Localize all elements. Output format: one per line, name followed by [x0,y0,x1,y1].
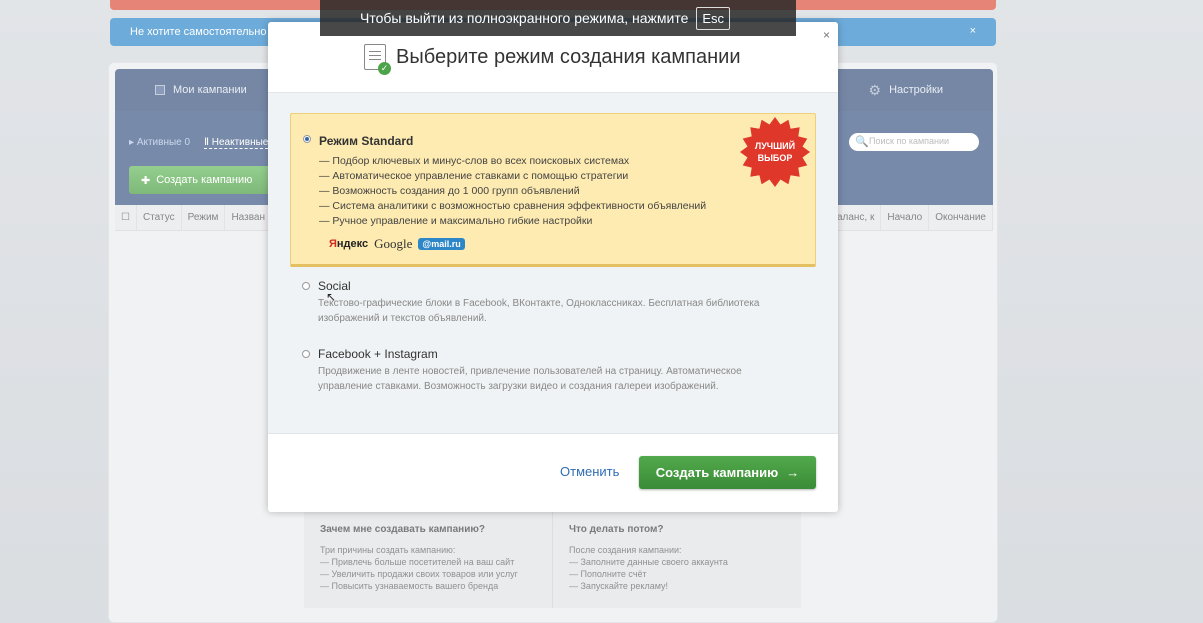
yandex-logo: Яндекс [329,238,369,250]
close-icon[interactable]: × [823,28,830,42]
feature-item: — Система аналитики с возможностью сравн… [319,200,707,212]
mouse-cursor-icon: ↖ [326,290,337,304]
mailru-logo: @mail.ru [418,238,465,250]
option-standard-title: Режим Standard [319,134,414,148]
option-facebook-instagram-description: Продвижение в ленте новостей, привлечени… [318,366,742,392]
esc-key: Esc [696,6,731,30]
radio-facebook-instagram[interactable] [302,350,310,358]
dialog-title-text: Выберите режим создания кампании [396,45,741,68]
feature-item: — Автоматическое управление ставками с п… [319,170,629,182]
mode-options: Режим Standard — Подбор ключевых и минус… [268,92,838,434]
fullscreen-notice-text: Чтобы выйти из полноэкранного режима, на… [360,10,689,26]
badge-line-2: ВЫБОР [757,153,793,163]
google-logo: Google [374,236,413,251]
feature-item: — Возможность создания до 1 000 групп об… [319,185,580,197]
feature-item: — Подбор ключевых и минус-слов во всех п… [319,155,630,167]
radio-social[interactable] [302,282,310,290]
campaign-mode-dialog: × ✓ Выберите режим создания кампании Реж… [268,22,838,512]
radio-standard[interactable] [303,135,311,143]
create-campaign-confirm-label: Создать кампанию [655,465,779,480]
document-check-icon: ✓ [364,44,391,75]
fullscreen-notice: Чтобы выйти из полноэкранного режима, на… [320,0,796,36]
cancel-button[interactable]: Отменить [560,464,619,479]
dialog-title: ✓ Выберите режим создания кампании [364,44,741,75]
badge-line-1: ЛУЧШИЙ [754,141,796,151]
option-social-description: Текстово-графические блоки в Facebook, В… [318,298,760,324]
standard-features: — Подбор ключевых и минус-слов во всех п… [319,154,706,229]
search-engine-logos: Яндекс Google @mail.ru [329,236,465,252]
feature-item: — Ручное управление и максимально гибкие… [319,215,593,227]
create-campaign-confirm-button[interactable]: Создать кампанию → [639,456,816,489]
arrow-right-icon: → [786,465,800,480]
best-choice-badge: ЛУЧШИЙ ВЫБОР [739,116,811,188]
option-facebook-instagram-title: Facebook + Instagram [318,347,438,361]
dialog-footer: Отменить Создать кампанию → [268,434,838,512]
option-standard[interactable]: Режим Standard — Подбор ключевых и минус… [290,113,816,267]
